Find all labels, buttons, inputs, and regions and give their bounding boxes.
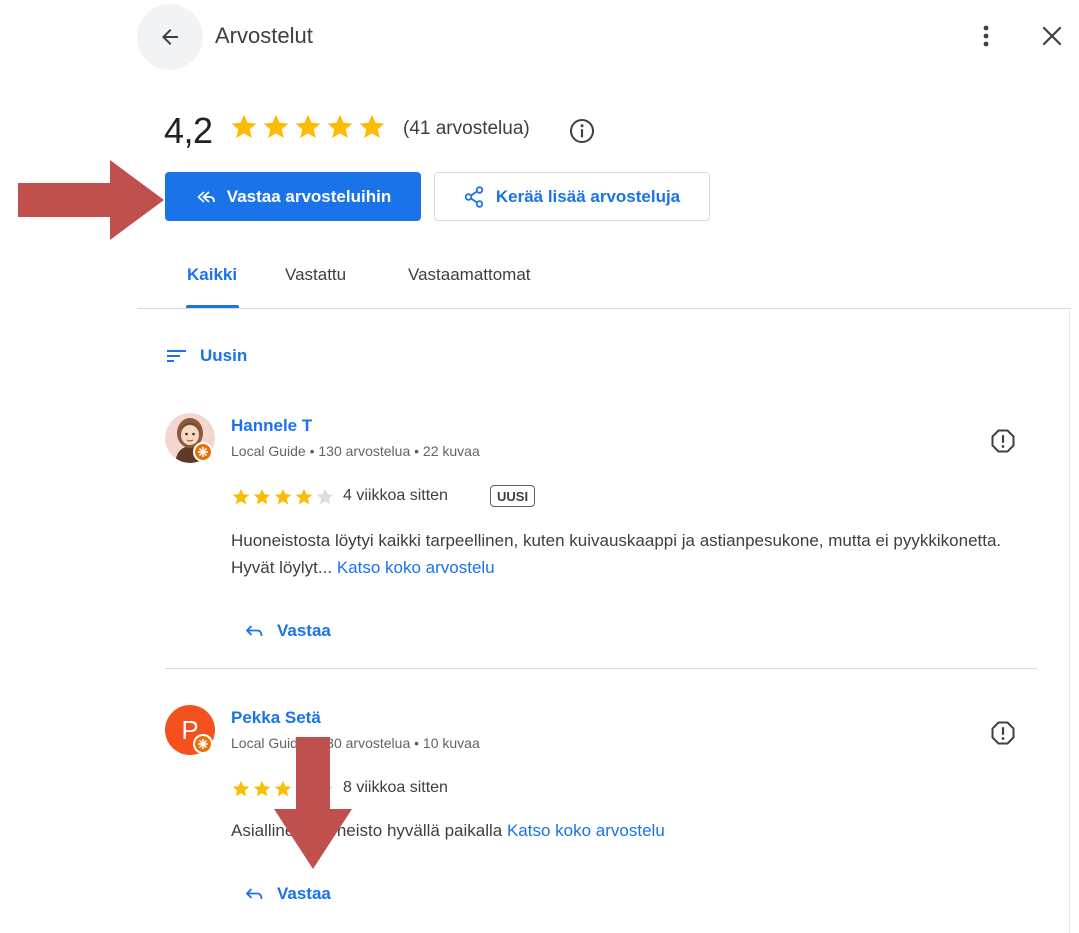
reply-all-icon [197,190,215,203]
panel-title: Arvostelut [215,23,313,48]
review-count: (41 arvostelua) [403,118,530,139]
back-button[interactable] [137,4,203,70]
more-vertical-icon [983,25,989,47]
reply-label: Vastaa [277,884,331,903]
review-stars [231,487,335,507]
close-icon [1042,26,1062,46]
star-icon [295,114,321,138]
star-icon [359,114,385,138]
info-icon[interactable] [568,117,596,145]
sort-newest-button[interactable]: Uusin [200,346,247,366]
more-options-button[interactable] [972,20,1000,52]
reviewer-name[interactable]: Pekka Setä [231,708,321,728]
close-button[interactable] [1038,20,1066,52]
read-full-review-link[interactable]: Katso koko arvostelu [507,821,665,840]
new-badge: UUSI [490,485,536,507]
reviewer-name[interactable]: Hannele T [231,416,312,436]
star-icon [316,488,334,505]
annotation-arrow-down-icon [274,737,352,869]
report-review-icon[interactable] [990,720,1016,746]
star-icon [231,114,257,138]
reply-button[interactable]: Vastaa [245,621,331,641]
reply-to-reviews-label: Vastaa arvosteluihin [226,186,392,206]
tabs-divider [137,308,1071,309]
star-icon [327,114,353,138]
review-divider [165,668,1037,669]
review-time: 4 viikkoa sitten [343,487,448,504]
reply-label: Vastaa [277,621,331,640]
review-text: Huoneistosta löytyi kaikki tarpeellinen,… [231,527,1041,581]
collect-more-reviews-label: Kerää lisää arvosteluja [495,186,681,206]
local-guide-badge-icon [193,734,213,754]
sort-icon[interactable] [167,348,187,364]
panel-edge [1069,308,1070,933]
tab-all[interactable]: Kaikki [187,265,237,285]
tab-unreplied[interactable]: Vastaamattomat [408,265,531,285]
rating-stars [229,112,387,142]
star-icon [253,488,271,505]
arrow-back-icon [162,29,178,45]
reply-icon [246,888,263,900]
annotation-arrow-right-icon [18,160,164,240]
collect-more-reviews-button[interactable]: Kerää lisää arvosteluja [434,172,710,221]
reply-icon [246,625,263,637]
reply-button[interactable]: Vastaa [245,884,331,904]
read-full-review-link[interactable]: Katso koko arvostelu [337,558,495,577]
review-text: Asiallinen huoneisto hyvällä paikalla Ka… [231,817,1041,844]
star-icon [253,780,271,797]
star-icon [232,780,250,797]
review-time: 8 viikkoa sitten [343,779,448,796]
average-rating: 4,2 [164,110,213,151]
local-guide-badge-icon [193,442,213,462]
share-icon [464,185,484,208]
star-icon [295,488,313,505]
reviewer-meta: Local Guide • 130 arvostelua • 10 kuvaa [231,735,480,751]
reviewer-meta: Local Guide • 130 arvostelua • 22 kuvaa [231,443,480,459]
tab-replied[interactable]: Vastattu [285,265,346,285]
star-icon [232,488,250,505]
star-icon [274,488,292,505]
star-icon [263,114,289,138]
report-review-icon[interactable] [990,428,1016,454]
reply-to-reviews-button[interactable]: Vastaa arvosteluihin [165,172,421,221]
